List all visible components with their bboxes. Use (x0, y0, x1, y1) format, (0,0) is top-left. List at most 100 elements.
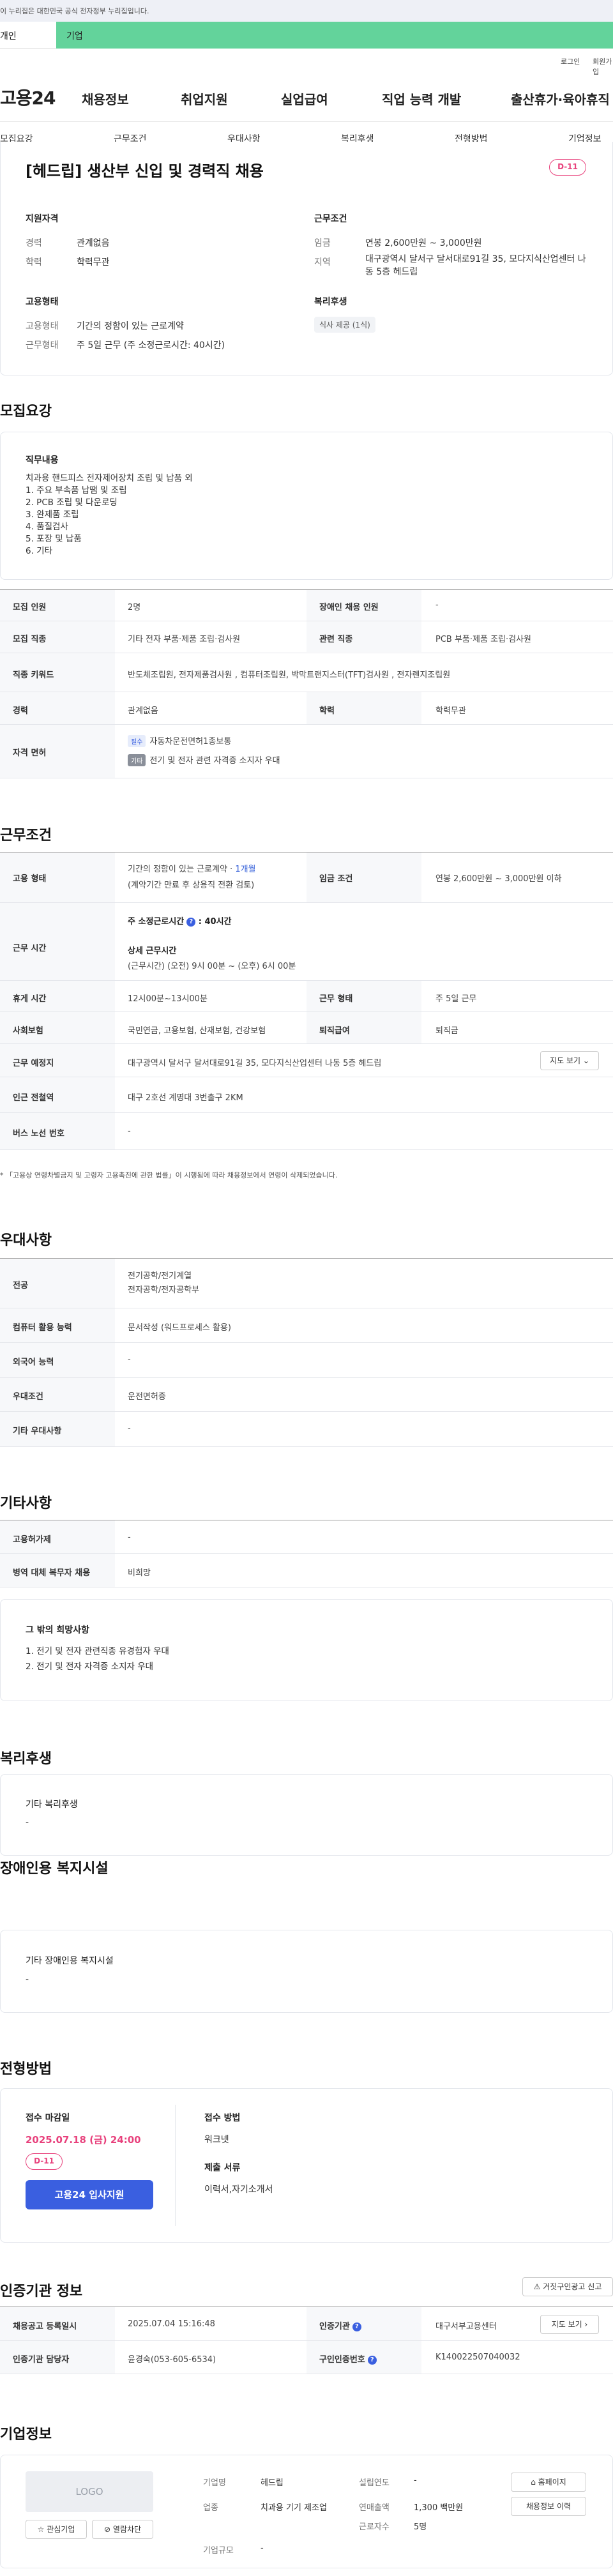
wish-list: 1. 전기 및 전자 관련직종 유경험자 우대 2. 전기 및 전자 자격증 소… (26, 1644, 169, 1674)
deadline-heading: 접수 마감일 (26, 2113, 70, 2123)
qualification-heading: 지원자격 (26, 214, 59, 224)
agency-label: 인증기관? (319, 2319, 361, 2331)
job-history-button[interactable]: 채용정보 이력 (511, 2497, 586, 2516)
region-value: 대구광역시 달서구 달서대로91길 35, 모다지식산업센터 나동 5층 헤드립 (365, 254, 586, 277)
manager-label: 인증기관 담당자 (13, 2355, 70, 2365)
docs-value: 이력서,자기소개서 (204, 2185, 273, 2195)
hours-label: 근무 시간 (13, 944, 47, 953)
wage-label: 임금 (314, 238, 331, 248)
duty-line: 2. PCB 조립 및 다운로딩 (26, 497, 117, 508)
license-required-value: 자동차운전면허1종보통 (149, 737, 232, 746)
apply-button[interactable]: 고용24 입사지원 (26, 2180, 153, 2209)
employment-heading: 고용형태 (26, 297, 59, 307)
major-line: 전기공학/전기계열 (128, 1271, 192, 1281)
sales-value: 1,300 백만원 (414, 2503, 464, 2513)
hours-detail: (근무시간) (오전) 9시 00분 ~ (오후) 6시 00분 (128, 962, 296, 971)
welfare-section-title: 복리후생 (0, 1751, 52, 1767)
job-category-value: 기타 전자 부품·제품 조립·검사원 (128, 635, 241, 644)
block-icon: ⊘ (103, 2525, 111, 2534)
home-icon: ⌂ (531, 2478, 536, 2487)
welfare-chip: 식사 제공 (1식) (314, 317, 375, 333)
welfare-heading: 복리후생 (314, 297, 347, 307)
reqno-label: 구인인증번호? (319, 2352, 377, 2365)
duty-line: 6. 기타 (26, 546, 53, 556)
station-value: 대구 2호선 계명대 3번출구 2KM (128, 1093, 243, 1103)
founded-label: 설립연도 (359, 2478, 390, 2488)
reqno-label-text: 구인인증번호 (319, 2355, 365, 2365)
homepage-button[interactable]: ⌂ 홈페이지 (511, 2473, 586, 2492)
gnb-vocational-training[interactable]: 직업 능력 개발 (382, 89, 461, 108)
tab-company[interactable]: 기업 (56, 22, 613, 49)
block-company-button[interactable]: ⊘ 열람차단 (92, 2520, 153, 2539)
gnb-parental-leave[interactable]: 출산휴가·육아휴직 (511, 89, 610, 108)
disabled-box-title: 기타 장애인용 복지시설 (26, 1956, 114, 1966)
break-value: 12시00분~13시00분 (128, 994, 208, 1004)
gnb-employment-support[interactable]: 취업지원 (181, 89, 228, 108)
row-divider (0, 1377, 613, 1378)
job-category-label: 모집 직종 (13, 635, 47, 644)
job-title: [헤드립] 생산부 신입 및 경력직 채용 (26, 162, 264, 180)
map-button[interactable]: 지도 보기 ⌄ (540, 1051, 599, 1070)
interest-label: 관심기업 (47, 2525, 75, 2534)
founded-value: - (414, 2476, 417, 2485)
docs-heading: 제출 서류 (204, 2163, 241, 2173)
age-footnote: * 「고용상 연령차별금지 및 고령자 고용촉진에 관한 법률」이 시행됨에 따… (0, 1171, 338, 1179)
login-link[interactable]: 로그인 (561, 56, 580, 66)
emp-type-label: 고용형태 (26, 321, 59, 331)
reg-date-label: 채용공고 등록일시 (13, 2322, 77, 2331)
pref-condition-label: 우대조건 (13, 1392, 43, 1402)
welfare-box-value: - (26, 1817, 29, 1828)
star-icon: ☆ (37, 2525, 45, 2534)
gnb-jobs[interactable]: 채용정보 (82, 89, 129, 108)
computer-label: 컴퓨터 활용 능력 (13, 1323, 72, 1333)
employees-label: 근로자수 (359, 2522, 390, 2532)
education-row-value: 학력무관 (435, 706, 466, 716)
tab-personal[interactable]: 개인 (0, 22, 56, 49)
military-label: 병역 대체 복무자 채용 (13, 1568, 91, 1578)
report-button[interactable]: ⚠ 거짓구인광고 신고 (522, 2277, 613, 2296)
map-button-label: 지도 보기 (550, 1056, 581, 1065)
reqno-value: K140022507040032 (435, 2352, 520, 2362)
headcount-label: 모집 인원 (13, 603, 47, 612)
screening-dday-badge: D-11 (26, 2153, 63, 2170)
company-logo: LOGO (26, 2471, 153, 2512)
wage-cond-value: 연봉 2,600만원 ~ 3,000만원 이하 (435, 874, 562, 884)
military-value: 비희망 (128, 1568, 151, 1578)
info-icon[interactable]: ? (186, 917, 196, 927)
duty-list: 치과용 핸드피스 전자제어장치 조립 및 납품 외 1. 주요 부속품 납땜 및… (26, 473, 193, 557)
license-other-value: 전기 및 전자 관련 자격증 소지자 우대 (149, 756, 280, 766)
emp-type-value: 기간의 정함이 있는 근로계약 (77, 321, 184, 331)
screening-card (0, 2088, 613, 2243)
info-icon[interactable]: ? (352, 2322, 361, 2331)
info-icon[interactable]: ? (367, 2355, 377, 2365)
bus-value: - (128, 1126, 131, 1136)
duty-line: 3. 완제품 조립 (26, 510, 79, 520)
emp-form-value: 기간의 정함이 있는 근로계약 · 1개월 (128, 862, 256, 874)
signup-link[interactable]: 회원가입 (593, 56, 613, 77)
related-job-label: 관련 직종 (319, 635, 353, 644)
interest-company-button[interactable]: ☆ 관심기업 (26, 2520, 87, 2539)
chevron-down-icon: ⌄ (582, 1056, 589, 1065)
keyword-value: 반도체조립원, 전자제품검사원 , 컴퓨터조립원, 박막트랜지스터(TFT)검사… (128, 671, 451, 680)
other-tag: 기타 (128, 754, 146, 766)
other-pref-label: 기타 우대사항 (13, 1427, 62, 1436)
company-name-label: 기업명 (203, 2478, 226, 2488)
agency-map-button[interactable]: 지도 보기 › (540, 2315, 599, 2334)
education-row-label: 학력 (319, 706, 335, 716)
method-value: 워크넷 (204, 2135, 229, 2145)
user-type-tabs: 개인 기업 (0, 22, 613, 49)
industry-label: 업종 (203, 2503, 218, 2513)
welfare-box-title: 기타 복리후생 (26, 1799, 78, 1810)
site-logo[interactable]: 고용24 (0, 84, 56, 110)
recruit-section-title: 모집요강 (0, 404, 52, 420)
hours-detail-title: 상세 근무시간 (128, 946, 177, 956)
welfare-card (0, 1774, 613, 1856)
emp-form-text: 기간의 정함이 있는 근로계약 · (128, 865, 236, 874)
wish-line: 2. 전기 및 전자 자격증 소지자 우대 (26, 1662, 154, 1672)
major-label: 전공 (13, 1281, 28, 1291)
gov-banner-text: 이 누리집은 대한민국 공식 전자정부 누리집입니다. (0, 7, 149, 15)
insurance-label: 사회보험 (13, 1026, 43, 1036)
career-value: 관계없음 (77, 238, 110, 248)
gnb-unemployment-benefit[interactable]: 실업급여 (281, 89, 328, 108)
row-divider (0, 1149, 613, 1150)
